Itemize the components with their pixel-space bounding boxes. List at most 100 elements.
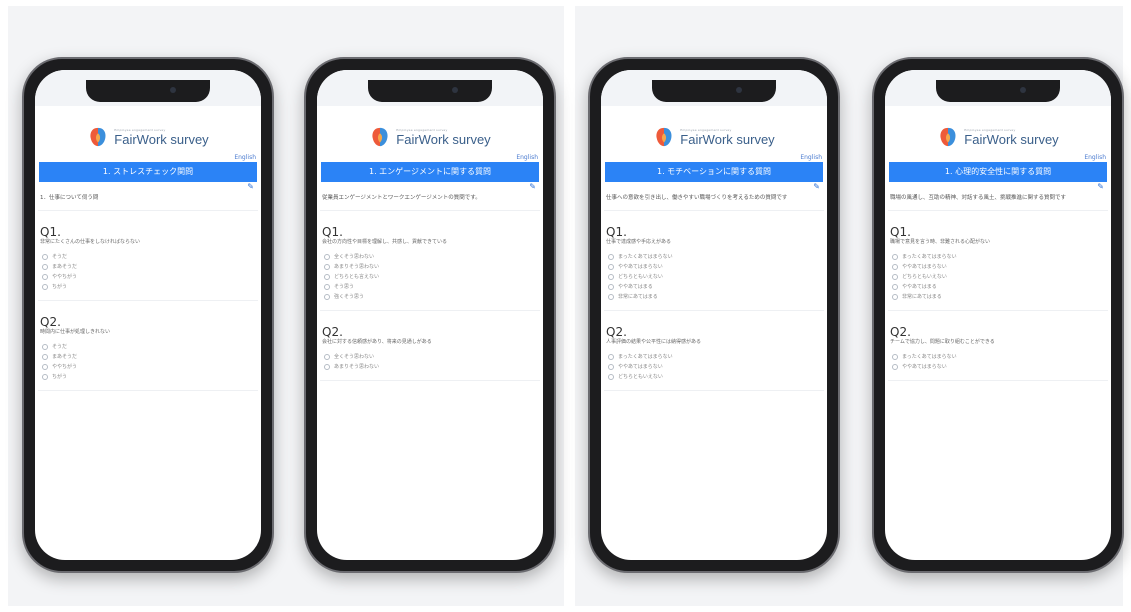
answer-option[interactable]: どちらともいえない [892,272,1106,282]
phone-screen: Employee engagement survey FairWork surv… [35,70,261,560]
question-number: Q2. [322,325,343,339]
question-number: Q1. [40,225,61,239]
radio-icon[interactable] [324,254,330,260]
answer-option[interactable]: まったくあてはまらない [892,352,1106,362]
answer-option[interactable]: そうだ [42,252,256,262]
language-toggle-link[interactable]: English [604,154,824,162]
radio-icon[interactable] [608,294,614,300]
radio-icon[interactable] [892,364,898,370]
radio-icon[interactable] [42,264,48,270]
answer-option[interactable]: まあそうだ [42,352,256,362]
answer-option[interactable]: ややちがう [42,362,256,372]
answer-option[interactable]: どちらともいえない [608,372,822,382]
answer-option[interactable]: 非常にあてはまる [608,292,822,302]
radio-icon[interactable] [892,294,898,300]
brand-name: FairWork survey [680,131,775,147]
answer-option[interactable]: まったくあてはまらない [608,352,822,362]
radio-icon[interactable] [608,364,614,370]
answer-option[interactable]: 全くそう思わない [324,252,538,262]
answer-option[interactable]: ややちがう [42,272,256,282]
fairwork-logo-icon [940,127,956,147]
radio-icon[interactable] [892,284,898,290]
survey-content: Employee engagement survey FairWork surv… [317,122,543,381]
phone-notch [368,80,492,102]
radio-icon[interactable] [42,374,48,380]
pencil-icon[interactable]: ✎ [888,182,1108,192]
radio-icon[interactable] [892,264,898,270]
radio-icon[interactable] [42,274,48,280]
answer-option[interactable]: まったくあてはまらない [892,252,1106,262]
radio-icon[interactable] [608,284,614,290]
answer-option[interactable]: どちらとも言えない [324,272,538,282]
answer-option[interactable]: 全くそう思わない [324,352,538,362]
radio-icon[interactable] [608,374,614,380]
answer-option[interactable]: ややあてはまらない [892,362,1106,372]
question-block: Q2. 人事評価の結果や公平性には納得感がある まったくあてはまらない ややあてはまら… [604,311,824,391]
radio-icon[interactable] [324,364,330,370]
radio-icon[interactable] [42,284,48,290]
answer-option-label: ややあてはまる [618,284,653,290]
phone-mockup-1: Employee engagement survey FairWork surv… [22,57,274,573]
radio-icon[interactable] [608,264,614,270]
radio-icon[interactable] [42,254,48,260]
answer-option[interactable]: ややあてはまる [608,282,822,292]
language-toggle-link[interactable]: English [38,154,258,162]
radio-icon[interactable] [892,274,898,280]
phone-screen: Employee engagement survey FairWork surv… [317,70,543,560]
answer-option-label: ややあてはまらない [902,364,947,370]
language-toggle-link[interactable]: English [320,154,540,162]
answer-option[interactable]: ややあてはまらない [892,262,1106,272]
answer-option[interactable]: あまりそう思わない [324,262,538,272]
answer-option[interactable]: まあそうだ [42,262,256,272]
section-title: 1. ストレスチェック関問 [39,162,257,182]
answer-option[interactable]: ややあてはまらない [608,262,822,272]
radio-icon[interactable] [324,284,330,290]
answer-option-label: 強くそう思う [334,294,365,300]
answer-option[interactable]: どちらともいえない [608,272,822,282]
answer-option-label: あまりそう思わない [334,264,380,270]
pencil-icon[interactable]: ✎ [38,182,258,192]
radio-icon[interactable] [892,354,898,360]
answer-option[interactable]: 強くそう思う [324,292,538,302]
answer-option-label: 全くそう思わない [334,254,375,260]
question-text: 職場で意見を言う時、非難される心配がない [890,239,991,245]
answer-option[interactable]: 非常にあてはまる [892,292,1106,302]
radio-icon[interactable] [608,354,614,360]
radio-icon[interactable] [324,294,330,300]
brand-logo: Employee engagement survey FairWork surv… [38,122,258,152]
radio-icon[interactable] [42,364,48,370]
pencil-icon[interactable]: ✎ [320,182,540,192]
radio-icon[interactable] [608,274,614,280]
answer-option[interactable]: あまりそう思わない [324,362,538,372]
answer-option[interactable]: ややあてはまらない [608,362,822,372]
answer-option-label: 非常にあてはまる [902,294,942,300]
radio-icon[interactable] [42,354,48,360]
brand-logo: Employee engagement survey FairWork surv… [604,122,824,152]
radio-icon[interactable] [892,254,898,260]
pencil-icon[interactable]: ✎ [604,182,824,192]
language-toggle-link[interactable]: English [888,154,1108,162]
radio-icon[interactable] [324,264,330,270]
answer-option[interactable]: ちがう [42,282,256,292]
answer-option[interactable]: ややあてはまる [892,282,1106,292]
answer-option-label: そう思う [334,284,355,290]
radio-icon[interactable] [324,274,330,280]
answer-option[interactable]: そうだ [42,342,256,352]
radio-icon[interactable] [42,344,48,350]
question-block: Q1. 会社の方向性や目標を理解し、共感し、貢献できている 全くそう思わない あまりそ… [320,211,540,311]
radio-icon[interactable] [608,254,614,260]
question-text: 時間内に仕事が処理しきれない [40,329,111,335]
answer-option-label: ややあてはまる [902,284,937,290]
answer-option[interactable]: まったくあてはまらない [608,252,822,262]
question-block: Q2. 会社に対する信頼感があり、将来の見通しがある 全くそう思わない あまりそう思わ… [320,311,540,381]
brand-logo: Employee engagement survey FairWork surv… [888,122,1108,152]
answer-option[interactable]: そう思う [324,282,538,292]
radio-icon[interactable] [324,354,330,360]
question-text: 仕事で達成感や手応えがある [606,239,672,245]
answer-option-label: そうだ [52,254,68,260]
section-description: 職場の風通し、互助の精神、対話する風土、挑戦推進に関する質問です [888,192,1108,211]
phone-mockup-3: Employee engagement survey FairWork surv… [588,57,840,573]
question-number: Q2. [890,325,911,339]
survey-content: Employee engagement survey FairWork surv… [35,122,261,391]
answer-option[interactable]: ちがう [42,372,256,382]
